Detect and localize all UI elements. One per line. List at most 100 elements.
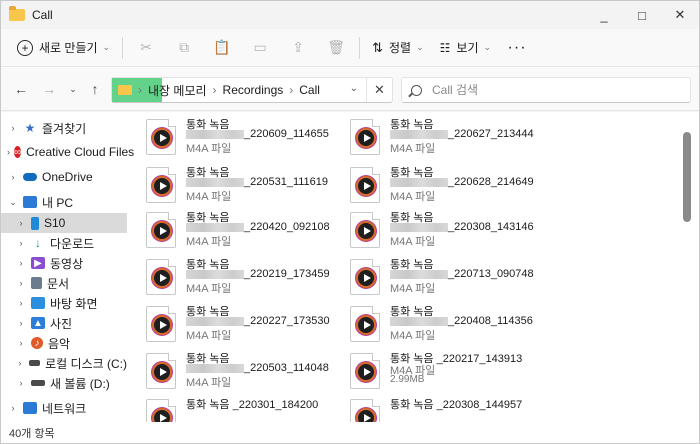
collapse-chevron-icon[interactable]: ⌄: [7, 197, 19, 208]
expand-chevron-icon[interactable]: ›: [7, 123, 19, 133]
address-history-chevron-icon[interactable]: ⌄: [350, 83, 358, 94]
sidebar-item-s10[interactable]: › S10: [1, 213, 127, 233]
file-tile[interactable]: 통화 녹음 _220713_090748 M4A 파일: [348, 256, 548, 300]
breadcrumb: 내장 메모리 › Recordings › Call: [148, 82, 320, 99]
expand-chevron-icon[interactable]: ›: [7, 147, 10, 157]
file-tile[interactable]: 통화 녹음 _220308_144957: [348, 396, 548, 422]
sort-label: 정렬: [389, 41, 412, 55]
sort-icon: ⇅: [372, 39, 383, 55]
expand-chevron-icon[interactable]: ›: [15, 258, 27, 268]
expand-chevron-icon[interactable]: ›: [15, 238, 27, 248]
redacted-text: [390, 177, 448, 187]
chevron-down-icon: ⌄: [483, 42, 492, 52]
expand-chevron-icon[interactable]: ›: [15, 378, 27, 388]
breadcrumb-internal-storage[interactable]: 내장 메모리: [148, 82, 207, 99]
redacted-text: [390, 222, 448, 232]
sidebar-item-desktop[interactable]: › 바탕 화면: [1, 293, 127, 313]
sidebar-item-favorites[interactable]: › ★ 즐겨찾기: [1, 118, 127, 138]
sort-button[interactable]: ⇅ 정렬 ⌄: [364, 33, 432, 63]
play-icon: [356, 268, 376, 288]
expand-chevron-icon[interactable]: ›: [15, 338, 27, 348]
play-icon: [356, 176, 376, 196]
close-button[interactable]: ✕: [661, 1, 699, 29]
clear-address-button[interactable]: ✕: [366, 78, 392, 102]
scrollbar-thumb[interactable]: [683, 132, 691, 222]
recent-chevron-icon[interactable]: ⌄: [61, 77, 85, 101]
expand-chevron-icon[interactable]: ›: [15, 278, 27, 288]
maximize-button[interactable]: □: [623, 1, 661, 29]
folder-icon: [118, 85, 132, 95]
file-tile[interactable]: 통화 녹음 _220627_213444 M4A 파일: [348, 116, 548, 160]
network-icon: [23, 402, 37, 414]
file-tile[interactable]: 통화 녹음 _220420_092108 M4A 파일: [144, 209, 344, 253]
sidebar-item-videos[interactable]: › ▶ 동영상: [1, 253, 127, 273]
item-count: 40개 항목: [9, 427, 55, 440]
redacted-text: [390, 129, 448, 139]
play-icon: [356, 408, 376, 422]
sidebar-item-pictures[interactable]: › ▲ 사진: [1, 313, 127, 333]
file-tile[interactable]: 통화 녹음 _220227_173530 M4A 파일: [144, 303, 344, 347]
file-tile[interactable]: 통화 녹음 _220219_173459 M4A 파일: [144, 256, 344, 300]
expand-chevron-icon[interactable]: ›: [15, 358, 25, 368]
vertical-scrollbar[interactable]: [683, 130, 691, 420]
sidebar-item-network[interactable]: › 네트워크: [1, 398, 127, 418]
redacted-text: [390, 269, 448, 279]
file-tile[interactable]: 통화 녹음 _220531_111619 M4A 파일: [144, 164, 344, 208]
file-tile[interactable]: 통화 녹음 _220503_114048 M4A 파일: [144, 350, 344, 394]
file-tile[interactable]: 통화 녹음 _220609_114655 M4A 파일: [144, 116, 344, 160]
cut-icon[interactable]: ✂: [127, 33, 165, 63]
audio-file-icon: [350, 353, 380, 389]
more-options-button[interactable]: ···: [499, 33, 535, 63]
share-icon[interactable]: ⇪: [279, 33, 317, 63]
expand-chevron-icon[interactable]: ›: [15, 298, 27, 308]
new-button[interactable]: + 새로 만들기 ⌄: [9, 33, 118, 63]
expand-chevron-icon[interactable]: ›: [15, 218, 27, 228]
sidebar-item-music[interactable]: › ♪ 음악: [1, 333, 127, 353]
expand-chevron-icon[interactable]: ›: [7, 172, 19, 182]
chevron-down-icon: ⌄: [102, 42, 111, 52]
play-icon: [152, 408, 172, 422]
breadcrumb-call[interactable]: Call: [299, 83, 320, 97]
breadcrumb-separator: ›: [138, 83, 142, 97]
view-button[interactable]: ☷ 보기 ⌄: [432, 33, 499, 63]
file-tile[interactable]: 통화 녹음 _220301_184200: [144, 396, 344, 422]
sidebar-item-documents[interactable]: › 문서: [1, 273, 127, 293]
expand-chevron-icon[interactable]: ›: [15, 318, 27, 328]
forward-button[interactable]: →: [37, 77, 61, 101]
paste-icon[interactable]: 📋: [203, 33, 241, 63]
drive-icon: [28, 360, 41, 366]
audio-file-icon: [146, 306, 176, 342]
sidebar-item-onedrive[interactable]: › OneDrive: [1, 167, 127, 187]
window-title: Call: [32, 8, 53, 22]
breadcrumb-recordings[interactable]: Recordings: [223, 83, 284, 97]
search-box[interactable]: [401, 77, 691, 103]
audio-file-icon: [146, 259, 176, 295]
address-bar[interactable]: › 내장 메모리 › Recordings › Call ⌄ ✕: [111, 77, 393, 103]
sidebar-item-creative-cloud[interactable]: › ∞ Creative Cloud Files: [1, 142, 134, 162]
back-button[interactable]: ←: [9, 77, 33, 101]
minimize-button[interactable]: _: [585, 1, 623, 29]
search-icon: [411, 84, 422, 96]
expand-chevron-icon[interactable]: ›: [7, 403, 19, 413]
copy-icon[interactable]: ⧉: [165, 33, 203, 63]
sidebar-item-downloads[interactable]: › ↓ 다운로드: [1, 233, 127, 253]
desktop-icon: [31, 297, 45, 309]
file-tile[interactable]: 통화 녹음 _220217_143913 M4A 파일 2.99MB: [348, 350, 548, 394]
file-tile[interactable]: 통화 녹음 _220628_214649 M4A 파일: [348, 164, 548, 208]
search-input[interactable]: [432, 83, 672, 97]
delete-icon[interactable]: 🗑: [317, 33, 355, 63]
pictures-icon: ▲: [31, 317, 45, 329]
file-tile[interactable]: 통화 녹음 _220308_143146 M4A 파일: [348, 209, 548, 253]
sidebar-item-local-disk-c[interactable]: › 로컬 디스크 (C:): [1, 353, 127, 373]
play-icon: [356, 315, 376, 335]
sidebar-item-new-volume-d[interactable]: › 새 볼륨 (D:): [1, 373, 127, 393]
window-controls: _ □ ✕: [585, 1, 699, 29]
pc-icon: [23, 196, 37, 208]
play-icon: [152, 176, 172, 196]
file-tile[interactable]: 통화 녹음 _220408_114356 M4A 파일: [348, 303, 548, 347]
up-button[interactable]: ↑: [83, 77, 107, 101]
rename-icon[interactable]: ▭: [241, 33, 279, 63]
breadcrumb-separator: ›: [212, 83, 217, 97]
audio-file-icon: [350, 306, 380, 342]
sidebar-item-this-pc[interactable]: ⌄ 내 PC: [1, 192, 127, 212]
